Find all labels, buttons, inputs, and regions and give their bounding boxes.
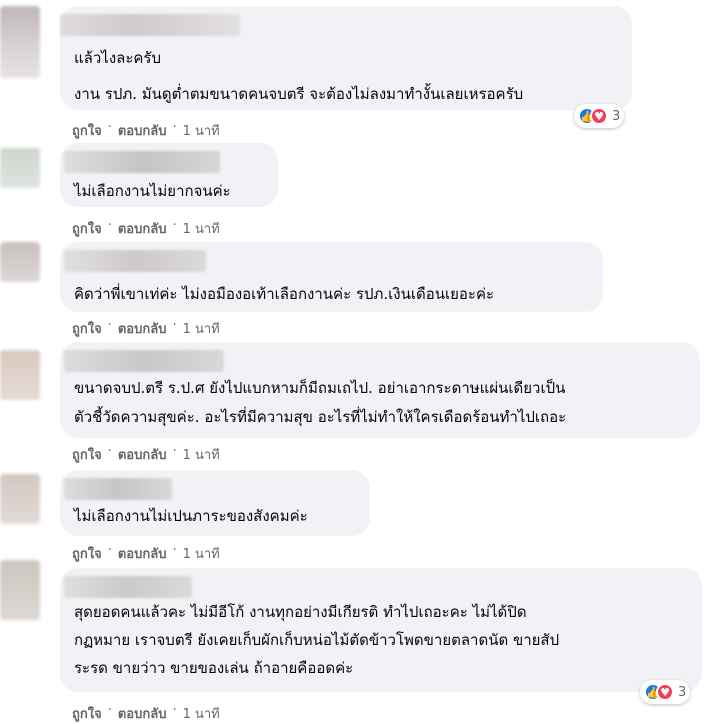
separator: · xyxy=(107,218,112,233)
author-name[interactable] xyxy=(64,350,224,372)
separator: · xyxy=(172,120,177,135)
comment-text-line: ไม่เลือกงานไม่ยากจนค่ะ xyxy=(74,182,231,200)
separator: · xyxy=(172,444,177,459)
comment-text-line: คิดว่าพี่เขาเท่ค่ะ ไม่งอมืองอเท้าเลือกงา… xyxy=(74,285,495,303)
author-name[interactable] xyxy=(64,576,192,598)
author-name[interactable] xyxy=(64,151,220,173)
reply-button[interactable]: ตอบกลับ xyxy=(118,703,167,724)
like-button[interactable]: ถูกใจ xyxy=(72,120,102,141)
comment-text-line: กฏหมาย เราจบตรี ยังเคยเก็บผักเก็บหน่อไม้… xyxy=(74,631,560,649)
avatar[interactable] xyxy=(0,242,40,282)
comment-time[interactable]: 1 นาที xyxy=(183,218,220,239)
comment-bubble: คิดว่าพี่เขาเท่ค่ะ ไม่งอมืองอเท้าเลือกงา… xyxy=(60,242,603,312)
like-button[interactable]: ถูกใจ xyxy=(72,543,102,564)
avatar[interactable] xyxy=(0,350,40,400)
comment-text-line: สุดยอดคนแล้วคะ ไม่มีอีโก้ งานทุกอย่างมีเ… xyxy=(74,603,527,621)
reply-button[interactable]: ตอบกลับ xyxy=(118,218,167,239)
reply-button[interactable]: ตอบกลับ xyxy=(118,444,167,465)
separator: · xyxy=(107,703,112,718)
comment-text-line: งาน รปภ. มันดูต่ำตมขนาดคนจบตรี จะต้องไม่… xyxy=(74,85,524,103)
separator: · xyxy=(107,543,112,558)
author-name[interactable] xyxy=(64,250,206,272)
separator: · xyxy=(172,703,177,718)
reaction-summary[interactable]: 👍 ♥ 3 xyxy=(640,680,691,704)
separator: · xyxy=(172,318,177,333)
separator: · xyxy=(172,543,177,558)
comment-actions: ถูกใจ · ตอบกลับ · 1 นาที xyxy=(72,120,220,141)
separator: · xyxy=(107,318,112,333)
reaction-count: 3 xyxy=(612,108,621,124)
reply-button[interactable]: ตอบกลับ xyxy=(118,543,167,564)
comment-bubble: สุดยอดคนแล้วคะ ไม่มีอีโก้ งานทุกอย่างมีเ… xyxy=(60,568,702,692)
like-button[interactable]: ถูกใจ xyxy=(72,444,102,465)
comment-bubble: ไม่เลือกงานไม่เปนภาระของสังคมค่ะ xyxy=(60,470,370,536)
comment-text-line: ตัวชี้วัดความสุขค่ะ. อะไรที่มีความสุข อะ… xyxy=(74,408,567,426)
like-button[interactable]: ถูกใจ xyxy=(72,703,102,724)
avatar[interactable] xyxy=(0,148,40,188)
comment-actions: ถูกใจ · ตอบกลับ · 1 นาที xyxy=(72,703,220,724)
comment-actions: ถูกใจ · ตอบกลับ · 1 นาที xyxy=(72,318,220,339)
separator: · xyxy=(107,444,112,459)
comment-text-line: ขนาดจบป.ตรี ร.ป.ศ ยังไปแบกหามก็มีถมเถไป.… xyxy=(74,379,566,397)
avatar[interactable] xyxy=(0,560,40,620)
comment-actions: ถูกใจ · ตอบกลับ · 1 นาที xyxy=(72,543,220,564)
reply-button[interactable]: ตอบกลับ xyxy=(118,120,167,141)
reaction-count: 3 xyxy=(678,684,687,700)
like-button[interactable]: ถูกใจ xyxy=(72,218,102,239)
comment-actions: ถูกใจ · ตอบกลับ · 1 นาที xyxy=(72,218,220,239)
separator: · xyxy=(107,120,112,135)
comment-time[interactable]: 1 นาที xyxy=(183,120,220,141)
comment-bubble: แล้วไงละครับ งาน รปภ. มันดูต่ำตมขนาดคนจบ… xyxy=(60,6,632,110)
comment-time[interactable]: 1 นาที xyxy=(183,444,220,465)
comment-time[interactable]: 1 นาที xyxy=(183,543,220,564)
author-name[interactable] xyxy=(64,478,172,500)
author-name[interactable] xyxy=(60,14,240,36)
comment-time[interactable]: 1 นาที xyxy=(183,703,220,724)
reply-button[interactable]: ตอบกลับ xyxy=(118,318,167,339)
comment-actions: ถูกใจ · ตอบกลับ · 1 นาที xyxy=(72,444,220,465)
like-button[interactable]: ถูกใจ xyxy=(72,318,102,339)
comment-bubble: ขนาดจบป.ตรี ร.ป.ศ ยังไปแบกหามก็มีถมเถไป.… xyxy=(60,342,700,438)
love-icon: ♥ xyxy=(656,683,674,701)
separator: · xyxy=(172,218,177,233)
love-icon: ♥ xyxy=(590,107,608,125)
comment-text-line: แล้วไงละครับ xyxy=(74,49,162,67)
comment-text-line: ระรด ขายว่าว ขายของเล่น ถ้าอายคืออดค่ะ xyxy=(74,659,354,677)
comment-bubble: ไม่เลือกงานไม่ยากจนค่ะ xyxy=(60,143,278,207)
comment-time[interactable]: 1 นาที xyxy=(183,318,220,339)
reaction-summary[interactable]: 👍 ♥ 3 xyxy=(574,104,625,128)
avatar[interactable] xyxy=(0,6,40,78)
avatar[interactable] xyxy=(0,474,40,524)
comment-text-line: ไม่เลือกงานไม่เปนภาระของสังคมค่ะ xyxy=(74,507,308,525)
